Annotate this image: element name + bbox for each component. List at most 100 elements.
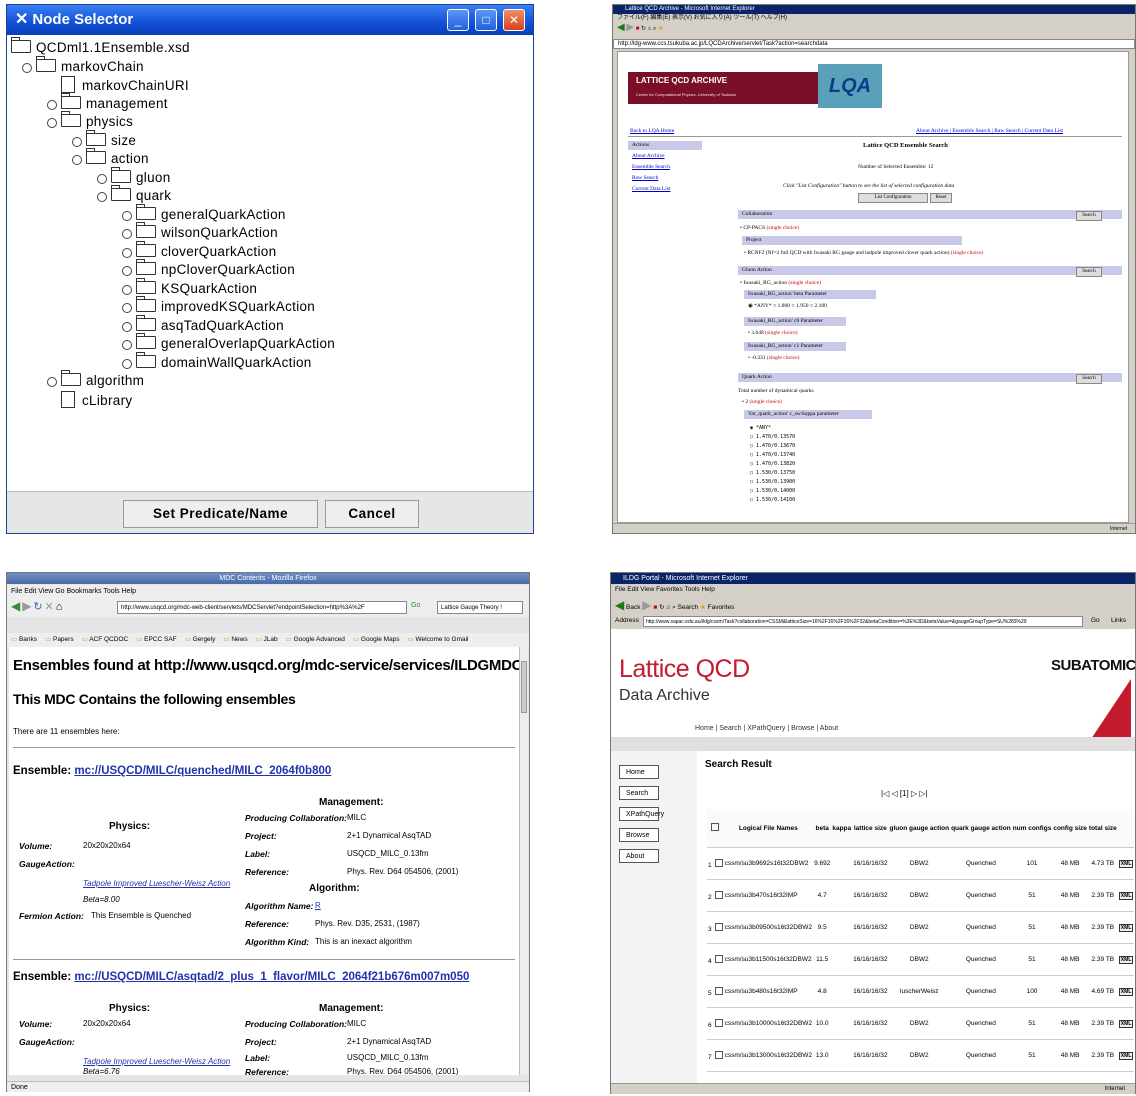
home-icon[interactable]: ⌂ — [56, 601, 63, 613]
reload-icon[interactable]: ↻ — [33, 601, 42, 613]
tree-node[interactable]: markovChainURI — [61, 76, 189, 94]
maximize-button[interactable]: □ — [475, 9, 497, 31]
row-checkbox[interactable] — [714, 954, 723, 963]
tree-node[interactable]: cloverQuarkAction — [135, 240, 276, 261]
side-nav-search[interactable]: Search — [619, 786, 659, 800]
tree-node[interactable]: management — [60, 92, 168, 113]
expand-toggle-icon[interactable] — [97, 173, 107, 184]
xml-download-icon[interactable]: XML — [1118, 891, 1134, 900]
back-icon[interactable]: ◀ — [615, 598, 624, 612]
tree-node[interactable]: generalQuarkAction — [135, 203, 286, 224]
xml-cell[interactable]: XML — [1117, 943, 1135, 976]
expand-toggle-icon[interactable] — [122, 266, 132, 276]
set-predicate-button[interactable]: Set Predicate/Name — [123, 500, 318, 528]
tree-node[interactable]: markovChain — [35, 55, 144, 76]
action-link-about[interactable]: About Archive — [632, 153, 665, 159]
close-button[interactable]: ✕ — [503, 9, 525, 31]
gluon-search-button[interactable]: Search — [1076, 267, 1102, 277]
kappa-option[interactable]: ○ 1.470/0.13740 — [750, 451, 795, 460]
minimize-button[interactable]: _ — [447, 9, 469, 31]
bookmark-item[interactable]: ▭ Papers — [45, 636, 74, 643]
expand-toggle-icon[interactable] — [122, 321, 132, 332]
lqa-address-bar[interactable]: http://ldg-www.ccs.tsukuba.ac.jp/LQCDArc… — [613, 39, 1135, 49]
xml-cell[interactable]: XML — [1117, 879, 1135, 912]
expand-toggle-icon[interactable] — [122, 303, 132, 313]
side-nav-about[interactable]: About — [619, 849, 659, 863]
expand-toggle-icon[interactable] — [122, 358, 132, 369]
quark-search-button[interactable]: Search — [1076, 374, 1102, 384]
tree-node[interactable]: action — [85, 148, 149, 168]
search-icon[interactable]: ⌕ — [653, 26, 656, 32]
search-icon[interactable]: ⌕ — [672, 604, 676, 611]
bookmark-item[interactable]: ▭ News — [223, 636, 247, 643]
xml-cell[interactable]: XML — [1117, 1071, 1135, 1083]
back-icon[interactable]: ◀ — [617, 23, 625, 33]
row-checkbox[interactable] — [714, 890, 723, 899]
quark-count-option[interactable]: 2 — [745, 399, 748, 405]
cancel-button[interactable]: Cancel — [325, 500, 419, 528]
action-link-data-list[interactable]: Current Data List — [632, 186, 671, 192]
expand-toggle-icon[interactable] — [122, 229, 132, 239]
tree-node[interactable]: cLibrary — [61, 390, 132, 409]
expand-toggle-icon[interactable] — [97, 192, 107, 202]
kappa-option[interactable]: ○ 1.470/0.13670 — [750, 442, 795, 451]
bookmark-item[interactable]: ▭ Welcome to Gmail — [408, 636, 469, 643]
iwasaki-option[interactable]: Iwasaki_RG_action — [743, 280, 787, 286]
xml-download-icon[interactable]: XML — [1118, 987, 1134, 996]
kappa-option[interactable]: ○ 1.530/0.13900 — [750, 478, 795, 487]
pagination[interactable]: |◁ ◁ [1] ▷ ▷| — [881, 789, 928, 798]
row-checkbox[interactable] — [714, 986, 723, 995]
project-option[interactable]: RCNF2 (Nf=2 full QCD with Iwasaki RG gau… — [747, 250, 949, 256]
bookmark-item[interactable]: ▭ EPCC SAF — [136, 636, 176, 643]
tree-node[interactable]: domainWallQuarkAction — [135, 351, 312, 372]
expand-toggle-icon[interactable] — [72, 155, 82, 165]
vertical-scrollbar[interactable] — [519, 647, 528, 1075]
xml-download-icon[interactable]: XML — [1118, 859, 1134, 868]
xml-download-icon[interactable]: XML — [1118, 1019, 1134, 1028]
select-all-checkbox[interactable] — [711, 823, 720, 831]
cp-pacs-option[interactable]: CP-PACS — [743, 225, 765, 231]
scroll-thumb[interactable] — [521, 661, 527, 713]
xml-cell[interactable]: XML — [1117, 975, 1135, 1008]
row-checkbox[interactable] — [714, 858, 723, 867]
expand-toggle-icon[interactable] — [47, 377, 57, 387]
expand-toggle-icon[interactable] — [122, 210, 132, 221]
collaboration-search-button[interactable]: Search — [1076, 211, 1102, 221]
mdc-menubar[interactable]: File Edit View Go Bookmarks Tools Help — [7, 585, 529, 599]
kappa-option[interactable]: ○ 1.470/0.13570 — [750, 433, 795, 442]
xml-download-icon[interactable]: XML — [1118, 955, 1134, 964]
expand-toggle-icon[interactable] — [122, 247, 132, 258]
back-icon[interactable]: ◀ — [11, 599, 20, 613]
ensemble-link[interactable]: mc://USQCD/MILC/asqtad/2_plus_1_flavor/M… — [74, 971, 469, 983]
tree-node[interactable]: physics — [60, 111, 133, 131]
ildg-top-nav[interactable]: Home | Search | XPathQuery | Browse | Ab… — [695, 725, 838, 732]
tree-node[interactable]: KSQuarkAction — [135, 277, 257, 298]
gauge-action-link[interactable]: Tadpole Improved Luescher-Weisz Action — [83, 1057, 230, 1066]
expand-toggle-icon[interactable] — [122, 340, 132, 350]
row-checkbox[interactable] — [714, 922, 723, 931]
stop-icon[interactable]: ■ — [636, 26, 640, 32]
home-icon[interactable]: ⌂ — [648, 26, 652, 32]
home-icon[interactable]: ⌂ — [666, 604, 670, 611]
tree-node[interactable]: improvedKSQuarkAction — [135, 296, 315, 316]
gauge-action-link[interactable]: Tadpole Improved Luescher-Weisz Action — [83, 879, 230, 888]
expand-toggle-icon[interactable] — [122, 284, 132, 295]
c0-value[interactable]: 3.648 — [751, 330, 763, 336]
bookmark-item[interactable]: ▭ JLab — [256, 636, 278, 643]
tree-node[interactable]: algorithm — [60, 370, 144, 390]
expand-toggle-icon[interactable] — [47, 118, 57, 128]
forward-icon[interactable]: ▶ — [626, 23, 634, 33]
action-link-ensemble-search[interactable]: Ensemble Search — [632, 164, 670, 170]
xml-cell[interactable]: XML — [1117, 1007, 1135, 1040]
ensemble-link[interactable]: mc://USQCD/MILC/quenched/MILC_2064f0b800 — [74, 765, 331, 777]
expand-toggle-icon[interactable] — [47, 99, 57, 110]
tree-node[interactable]: wilsonQuarkAction — [135, 222, 278, 242]
kappa-radio-group[interactable]: ◉ *ANY* ○ 1.470/0.13570 ○ 1.470/0.13670 ○ 1… — [750, 424, 795, 505]
expand-toggle-icon[interactable] — [22, 62, 32, 73]
bookmark-item[interactable]: ▭ Google Advanced — [286, 636, 345, 643]
alg-name-link[interactable]: R — [315, 901, 321, 910]
tree-node[interactable]: quark — [110, 185, 171, 205]
refresh-icon[interactable]: ↻ — [659, 604, 664, 611]
ildg-url-input[interactable]: http://www.sapac.edu.au/ildg/cssm/Task?c… — [643, 616, 1083, 627]
favorites-icon[interactable]: ★ — [658, 26, 663, 32]
